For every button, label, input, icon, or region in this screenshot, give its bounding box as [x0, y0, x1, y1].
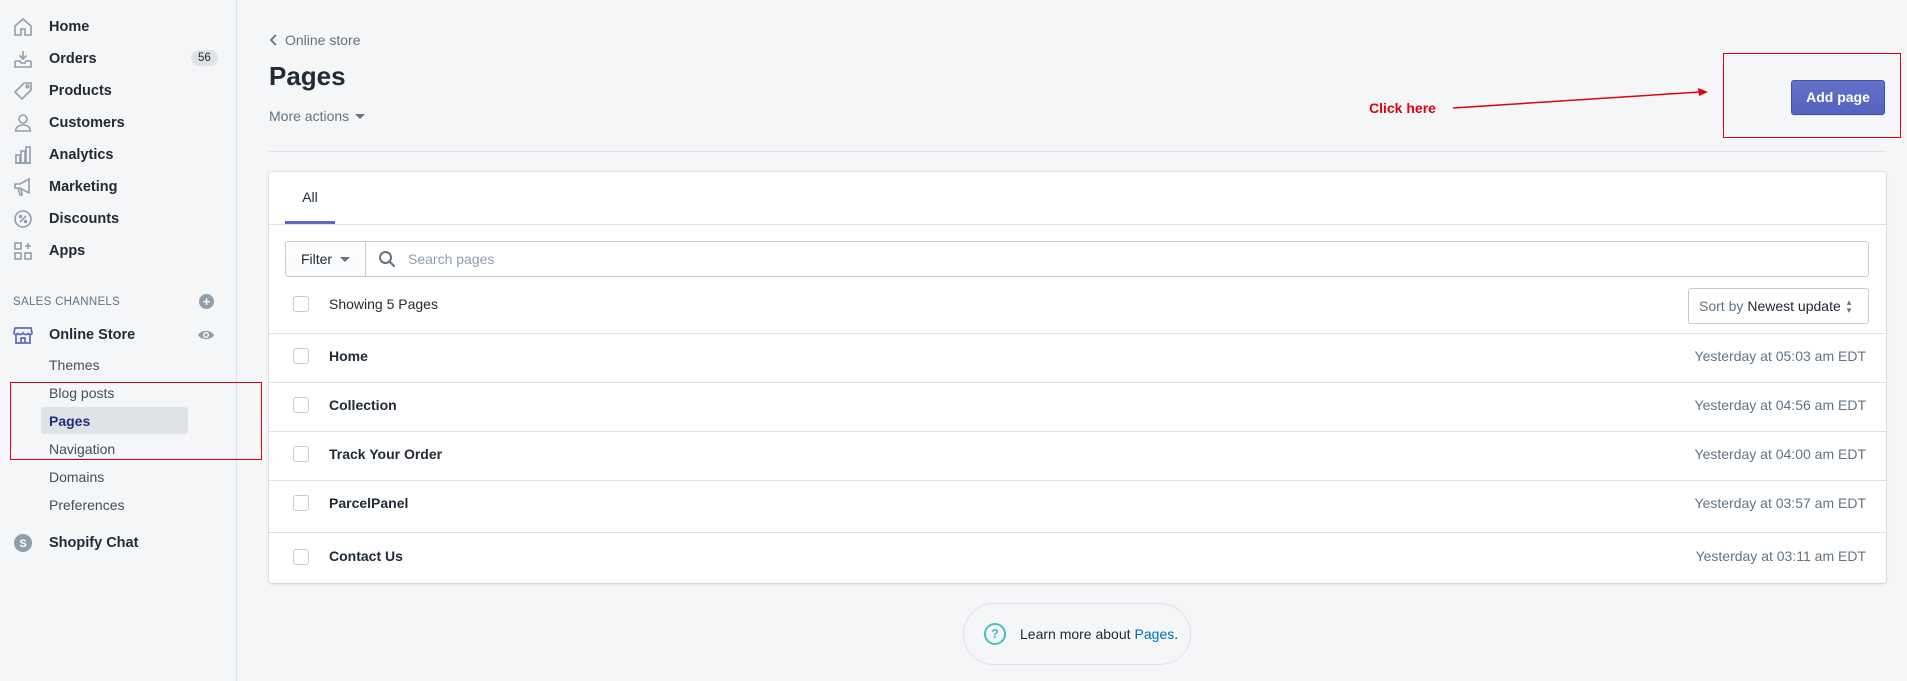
- search-box[interactable]: [365, 241, 1869, 277]
- tab-divider: [269, 224, 1886, 225]
- chevron-left-icon: [269, 34, 277, 46]
- sidebar-item-home[interactable]: Home: [0, 12, 236, 42]
- page-title-cell[interactable]: Collection: [329, 397, 397, 413]
- row-divider: [269, 480, 1886, 481]
- header-divider: [269, 151, 1886, 152]
- bar-chart-icon: [12, 144, 34, 166]
- page-title: Pages: [269, 61, 346, 91]
- updated-date-cell: Yesterday at 05:03 am EDT: [1694, 348, 1866, 364]
- row-checkbox[interactable]: [293, 348, 309, 364]
- learn-more-link[interactable]: Pages: [1135, 626, 1175, 642]
- sidebar-item-label: Discounts: [49, 211, 120, 227]
- page-title-cell[interactable]: ParcelPanel: [329, 495, 408, 511]
- updated-date-cell: Yesterday at 03:11 am EDT: [1695, 548, 1866, 564]
- shopify-chat-icon: S: [12, 532, 34, 554]
- page-title-cell[interactable]: Contact Us: [329, 548, 403, 564]
- sidebar-item-products[interactable]: Products: [0, 76, 236, 106]
- svg-text:S: S: [19, 538, 26, 550]
- row-divider: [269, 382, 1886, 383]
- updated-date-cell: Yesterday at 04:00 am EDT: [1694, 446, 1866, 462]
- sidebar-item-label: Shopify Chat: [49, 535, 139, 551]
- pages-card: All Filter Showing 5 Pages Sort by Newes…: [269, 172, 1886, 583]
- showing-count: Showing 5 Pages: [329, 296, 438, 312]
- page-title-cell[interactable]: Track Your Order: [329, 446, 442, 462]
- sidebar-item-label: Online Store: [49, 327, 136, 343]
- sidebar-item-apps[interactable]: Apps: [0, 236, 236, 266]
- row-checkbox[interactable]: [293, 549, 309, 565]
- sales-channels-heading: SALES CHANNELS: [13, 296, 121, 308]
- search-input[interactable]: [408, 251, 1808, 267]
- sidebar-item-customers[interactable]: Customers: [0, 108, 236, 138]
- more-actions-label: More actions: [269, 108, 350, 124]
- person-icon: [12, 112, 34, 134]
- row-divider: [269, 532, 1886, 533]
- caret-down-icon: [340, 256, 351, 262]
- learn-more-banner: ? Learn more about Pages.: [963, 603, 1191, 665]
- sidebar-item-label: Customers: [49, 115, 125, 131]
- megaphone-icon: [12, 176, 34, 198]
- sidebar-item-label: Products: [49, 83, 112, 99]
- orders-count-badge: 56: [191, 50, 218, 66]
- sidebar-item-analytics[interactable]: Analytics: [0, 140, 236, 170]
- sidebar-item-label: Orders: [49, 51, 97, 67]
- annotation-text: Click here: [1369, 100, 1436, 116]
- discount-icon: [12, 208, 34, 230]
- annotation-highlight-box: [10, 382, 262, 460]
- add-sales-channel-icon[interactable]: +: [199, 294, 214, 309]
- sidebar-subitem-preferences[interactable]: Preferences: [49, 497, 124, 513]
- apps-icon: [12, 240, 34, 262]
- filter-button[interactable]: Filter: [285, 241, 366, 277]
- help-circle-icon: ?: [984, 623, 1006, 645]
- sidebar-item-orders[interactable]: Orders 56: [0, 44, 236, 74]
- page-title-cell[interactable]: Home: [329, 348, 368, 364]
- sidebar-item-shopify-chat[interactable]: S Shopify Chat: [0, 528, 236, 558]
- row-checkbox[interactable]: [293, 397, 309, 413]
- sidebar-item-marketing[interactable]: Marketing: [0, 172, 236, 202]
- sidebar-item-label: Analytics: [49, 147, 114, 163]
- row-checkbox[interactable]: [293, 495, 309, 511]
- sidebar-subitem-themes[interactable]: Themes: [49, 357, 100, 373]
- filter-label: Filter: [300, 251, 333, 267]
- orders-icon: [12, 48, 34, 70]
- sidebar-item-label: Marketing: [49, 179, 118, 195]
- view-store-eye-icon[interactable]: [197, 326, 215, 344]
- sidebar-item-label: Home: [49, 19, 90, 35]
- add-page-button[interactable]: Add page: [1791, 80, 1885, 115]
- sort-value: Newest update: [1747, 298, 1841, 314]
- sidebar-subitem-domains[interactable]: Domains: [49, 469, 104, 485]
- sidebar-item-discounts[interactable]: Discounts: [0, 204, 236, 234]
- row-checkbox[interactable]: [293, 446, 309, 462]
- tab-all[interactable]: All: [285, 172, 335, 224]
- store-icon: [12, 324, 34, 346]
- select-all-checkbox[interactable]: [293, 296, 309, 312]
- learn-more-text: Learn more about: [1020, 626, 1131, 642]
- sort-select[interactable]: Sort by Newest update ▴ ▾: [1688, 288, 1869, 324]
- learn-more-suffix: .: [1174, 626, 1179, 642]
- caret-down-icon: [355, 113, 366, 119]
- row-divider: [269, 333, 1886, 334]
- breadcrumb-link[interactable]: Online store: [285, 32, 360, 48]
- row-divider: [269, 431, 1886, 432]
- sort-arrows-icon: ▴ ▾: [1846, 297, 1852, 315]
- updated-date-cell: Yesterday at 04:56 am EDT: [1694, 397, 1866, 413]
- breadcrumb[interactable]: Online store: [269, 32, 360, 48]
- home-icon: [12, 16, 34, 38]
- sort-label: Sort by: [1699, 298, 1744, 314]
- tag-icon: [12, 80, 34, 102]
- more-actions-menu[interactable]: More actions: [269, 108, 366, 124]
- sidebar-item-label: Apps: [49, 243, 86, 259]
- sidebar: Home Orders 56 Products Customers Analyt…: [0, 0, 237, 681]
- updated-date-cell: Yesterday at 03:57 am EDT: [1694, 495, 1866, 511]
- search-icon: [379, 251, 396, 268]
